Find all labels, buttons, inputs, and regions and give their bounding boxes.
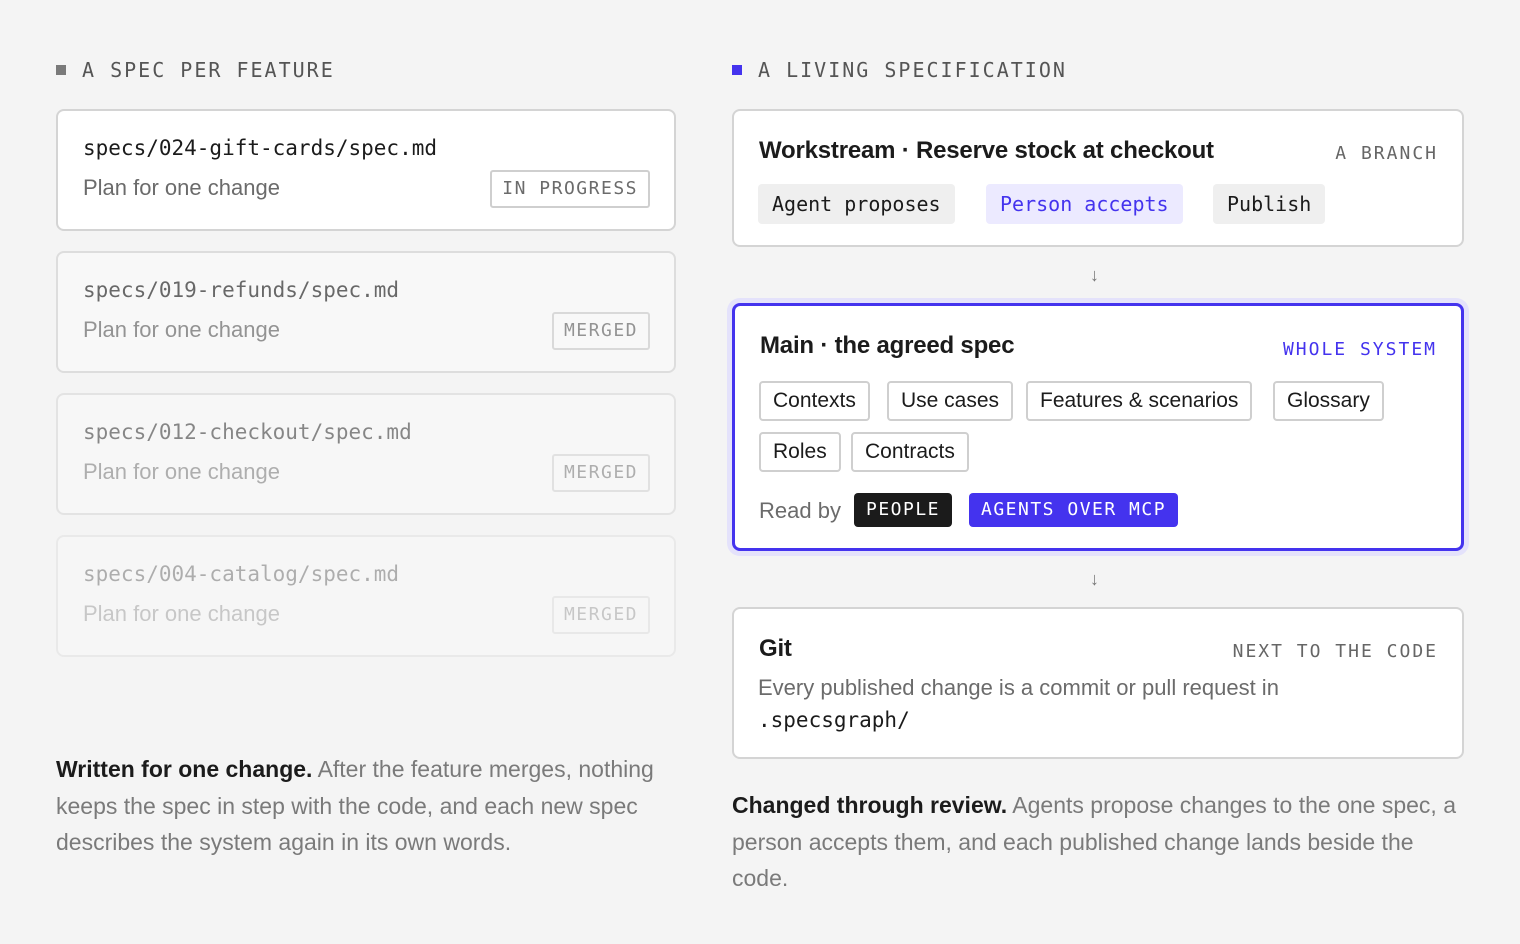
section-label-living-spec: A LIVING SPECIFICATION [732, 58, 1067, 82]
step-publish[interactable]: Publish [1213, 184, 1326, 224]
spec-path: specs/012-checkout/spec.md [83, 420, 412, 444]
spec-path: specs/024-gift-cards/spec.md [83, 136, 438, 160]
status-badge: IN PROGRESS [490, 170, 650, 208]
spec-card-catalog[interactable]: specs/004-catalog/spec.md Plan for one c… [56, 535, 676, 657]
spec-card-refunds[interactable]: specs/019-refunds/spec.md Plan for one c… [56, 251, 676, 373]
item-contracts[interactable]: Contracts [851, 432, 969, 472]
down-arrow-icon: ↓ [1090, 569, 1099, 589]
spec-path: specs/019-refunds/spec.md [83, 278, 400, 302]
git-title: Git [759, 635, 792, 662]
item-use-cases[interactable]: Use cases [887, 381, 1014, 421]
read-by-label: Read by [759, 498, 841, 523]
caption-lead: Changed through review. [732, 792, 1008, 818]
git-description: Every published change is a commit or pu… [758, 675, 1279, 732]
caption-lead: Written for one change. [56, 756, 313, 782]
workstream-card[interactable]: Workstream · Reserve stock at checkout A… [732, 109, 1464, 247]
right-caption: Changed through review. Agents propose c… [732, 787, 1464, 897]
git-card[interactable]: Git NEXT TO THE CODE Every published cha… [732, 607, 1464, 759]
main-title: Main · the agreed spec [760, 332, 1015, 359]
git-tag: NEXT TO THE CODE [1232, 641, 1438, 662]
status-badge: MERGED [551, 312, 650, 350]
item-contexts[interactable]: Contexts [759, 381, 870, 421]
square-bullet-icon [56, 65, 66, 75]
left-caption: Written for one change. After the featur… [56, 751, 676, 861]
main-spec-card[interactable]: Main · the agreed spec WHOLE SYSTEM Cont… [732, 303, 1464, 551]
main-tag: WHOLE SYSTEM [1282, 339, 1437, 360]
spec-card-gift-cards[interactable]: specs/024-gift-cards/spec.md Plan for on… [56, 109, 676, 231]
step-person-accepts[interactable]: Person accepts [986, 184, 1183, 224]
spec-path: specs/004-catalog/spec.md [83, 562, 400, 586]
item-roles[interactable]: Roles [759, 432, 841, 472]
reader-people-pill: PEOPLE [854, 493, 953, 527]
status-badge: MERGED [551, 454, 650, 492]
item-glossary[interactable]: Glossary [1273, 381, 1384, 421]
workstream-title: Workstream · Reserve stock at checkout [759, 137, 1214, 164]
git-path: .specsgraph/ [758, 708, 910, 732]
square-bullet-icon [732, 65, 742, 75]
reader-agents-pill: AGENTS OVER MCP [969, 493, 1179, 527]
step-agent-proposes[interactable]: Agent proposes [758, 184, 955, 224]
item-features-scenarios[interactable]: Features & scenarios [1026, 381, 1253, 421]
workstream-tag: A BRANCH [1335, 143, 1438, 164]
status-badge: MERGED [551, 596, 650, 634]
down-arrow-icon: ↓ [1090, 265, 1099, 285]
section-label-spec-per-feature: A SPEC PER FEATURE [56, 58, 335, 82]
spec-card-checkout[interactable]: specs/012-checkout/spec.md Plan for one … [56, 393, 676, 515]
